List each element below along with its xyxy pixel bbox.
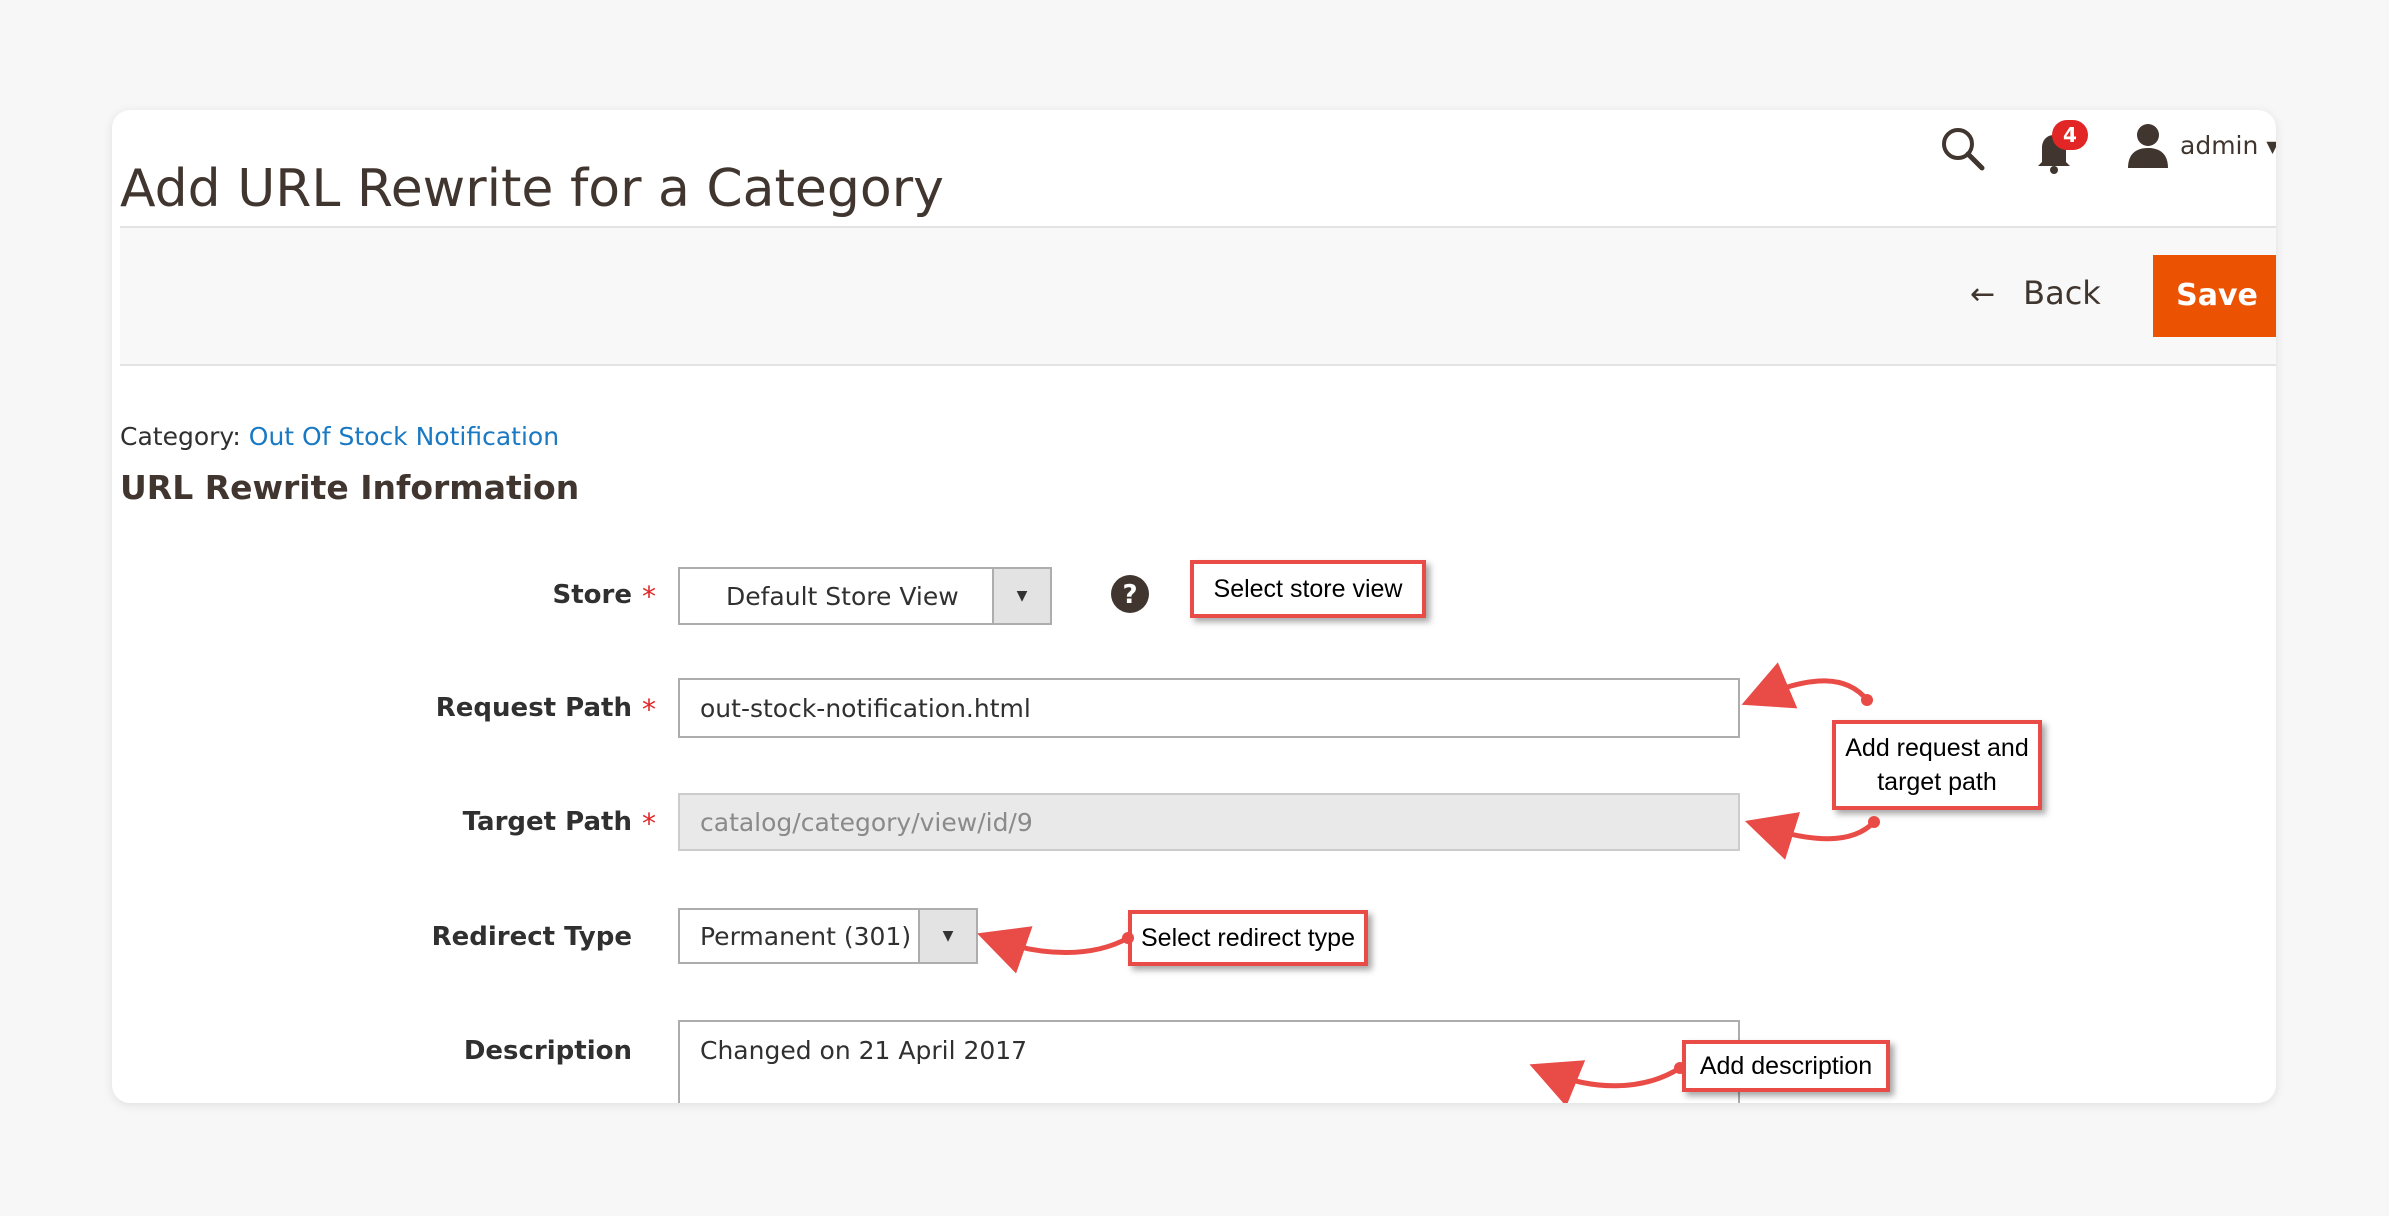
store-required-marker: * xyxy=(642,580,656,613)
search-icon[interactable] xyxy=(1932,118,1996,182)
notification-count-badge[interactable]: 4 xyxy=(2052,120,2088,150)
annotation-paths-text: Add request and target path xyxy=(1845,731,2028,799)
redirect-type-label: Redirect Type xyxy=(431,922,632,952)
section-title: URL Rewrite Information xyxy=(120,468,580,507)
arrow-to-target-path xyxy=(1744,812,1880,860)
category-link[interactable]: Out Of Stock Notification xyxy=(249,422,559,451)
arrow-to-redirect-type xyxy=(977,926,1134,974)
category-prefix: Category: xyxy=(120,422,241,451)
chevron-down-icon: ▼ xyxy=(918,910,976,962)
store-label: Store xyxy=(552,580,632,610)
store-select-value: Default Store View xyxy=(726,581,959,611)
chevron-down-icon: ▼ xyxy=(2266,137,2276,156)
request-path-input[interactable] xyxy=(678,678,1740,738)
annotation-add-request-target-path: Add request and target path xyxy=(1832,720,2042,810)
target-path-input xyxy=(678,793,1740,851)
help-icon[interactable]: ? xyxy=(1110,574,1150,614)
admin-user-menu[interactable]: admin ▼ xyxy=(2180,120,2276,172)
annotation-paths-line1: Add request and xyxy=(1845,734,2029,762)
target-path-label: Target Path xyxy=(462,807,632,837)
admin-page: Add URL Rewrite for a Category 4 admin ▼ … xyxy=(112,110,2276,1103)
chevron-down-icon: ▼ xyxy=(992,569,1050,623)
redirect-type-select-value: Permanent (301) xyxy=(700,921,912,951)
arrow-left-icon: ← xyxy=(1970,277,1996,312)
page-title: Add URL Rewrite for a Category xyxy=(120,158,944,219)
annotation-select-store-view: Select store view xyxy=(1190,560,1426,618)
request-path-label: Request Path xyxy=(435,693,632,723)
user-icon[interactable] xyxy=(2124,120,2172,172)
save-button[interactable]: Save xyxy=(2153,255,2276,337)
admin-user-name: admin xyxy=(2180,131,2259,160)
svg-text:?: ? xyxy=(1122,580,1137,610)
page-actions-bar: ← Back Save xyxy=(120,226,2276,366)
back-button[interactable]: ← Back xyxy=(1970,258,2101,328)
target-path-required-marker: * xyxy=(642,807,656,840)
annotation-select-redirect-type: Select redirect type xyxy=(1128,910,1368,966)
store-select[interactable]: Default Store View ▼ xyxy=(678,567,1052,625)
category-info: Category: Out Of Stock Notification xyxy=(120,422,559,451)
description-textarea[interactable]: Changed on 21 April 2017 xyxy=(678,1020,1740,1103)
request-path-required-marker: * xyxy=(642,693,656,726)
back-button-label: Back xyxy=(2023,274,2101,312)
annotation-add-description: Add description xyxy=(1682,1040,1890,1092)
redirect-type-select[interactable]: Permanent (301) ▼ xyxy=(678,908,978,964)
annotation-paths-line2: target path xyxy=(1877,768,1997,796)
arrow-to-request-path xyxy=(1741,662,1873,709)
description-label: Description xyxy=(463,1036,632,1066)
